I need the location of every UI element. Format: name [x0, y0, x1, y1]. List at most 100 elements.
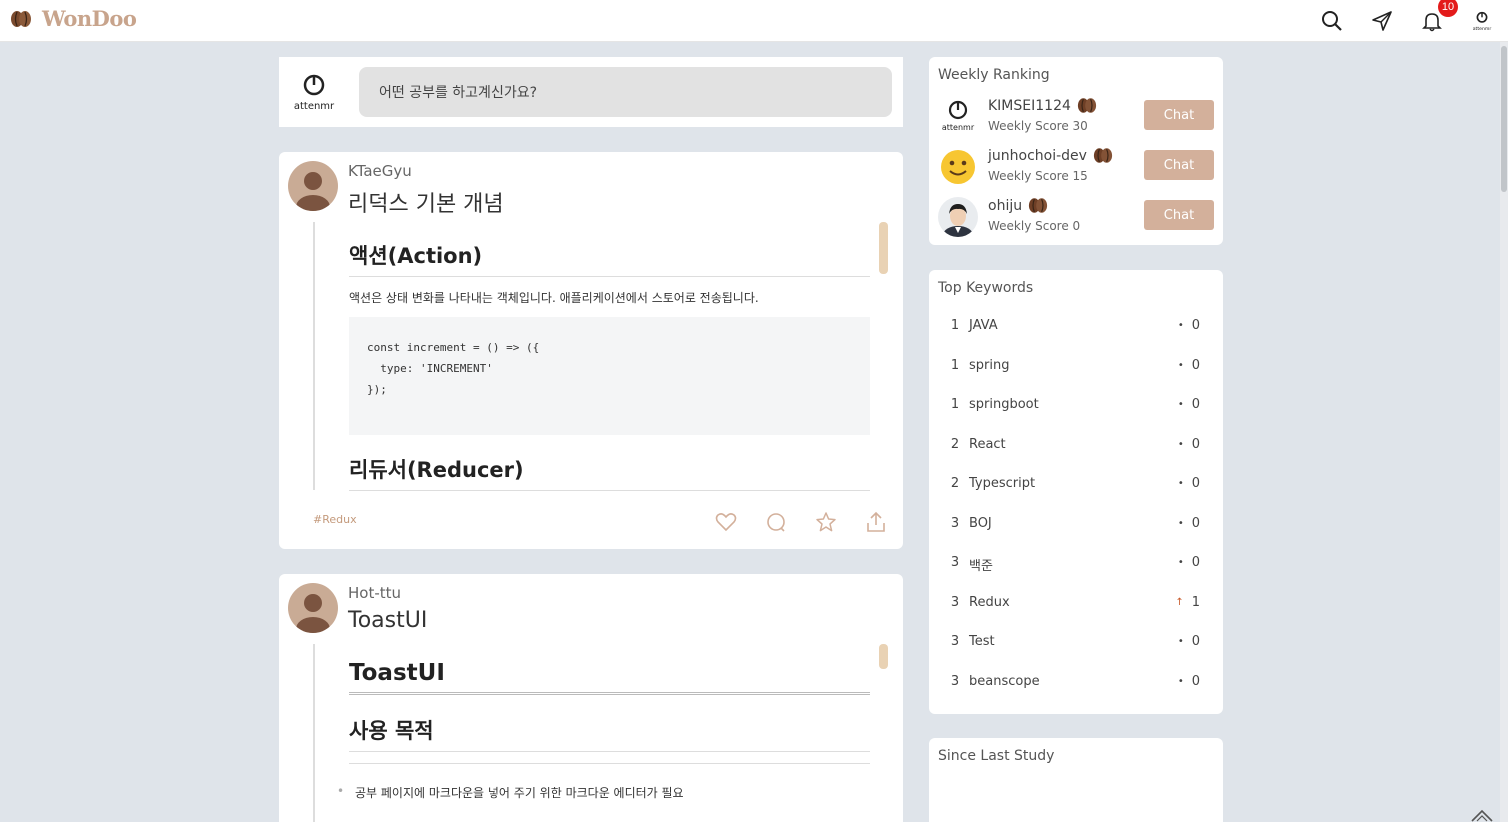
- arrow-up-icon: ↑: [1175, 596, 1184, 608]
- keyword-row[interactable]: 1 spring • 0: [948, 358, 1204, 378]
- user-avatar[interactable]: attenmr: [938, 97, 978, 137]
- keyword-change: 0: [1191, 357, 1200, 373]
- content-scroll-thumb[interactable]: [879, 644, 888, 669]
- keyword-row[interactable]: 3 Redux ↑ 1: [948, 595, 1204, 615]
- ranking-row: junhochoi-dev Weekly Score 15 Chat: [938, 147, 1214, 189]
- app-name: WonDoo: [42, 6, 137, 31]
- coffee-bean-icon: [1077, 98, 1096, 113]
- user-avatar[interactable]: [938, 147, 978, 187]
- content-scroll-thumb[interactable]: [879, 222, 888, 274]
- post-tag[interactable]: #Redux: [313, 513, 357, 526]
- keyword-row[interactable]: 3 백준 • 0: [948, 555, 1204, 575]
- post-card[interactable]: KTaeGyu 리덕스 기본 개념 액션(Action) 액션은 상태 변화를 …: [279, 152, 903, 549]
- post-card[interactable]: Hot-ttu ToastUI ToastUI 사용 목적 공부 페이지에 마크…: [279, 574, 903, 822]
- dot-icon: •: [1177, 517, 1184, 529]
- coffee-bean-icon: [1093, 148, 1113, 163]
- keyword-row[interactable]: 1 springboot • 0: [948, 397, 1204, 417]
- keyword-text[interactable]: beanscope: [969, 674, 1040, 689]
- post-title[interactable]: ToastUI: [348, 608, 427, 633]
- author-avatar[interactable]: [288, 161, 338, 211]
- chat-button[interactable]: Chat: [1144, 150, 1214, 180]
- notification-badge: 10: [1438, 0, 1458, 17]
- ranking-row: attenmr KIMSEI1124 Weekly Score 30 Chat: [938, 97, 1214, 139]
- dot-icon: •: [1177, 478, 1184, 489]
- logo[interactable]: WonDoo: [10, 6, 137, 31]
- search-icon[interactable]: [1320, 9, 1344, 33]
- content-heading: 액션(Action): [349, 240, 870, 277]
- comment-icon[interactable]: [765, 511, 787, 533]
- dot-icon: •: [1177, 557, 1184, 568]
- keyword-text[interactable]: springboot: [969, 397, 1039, 412]
- post-author[interactable]: KTaeGyu: [348, 162, 412, 180]
- keyword-text[interactable]: React: [969, 437, 1006, 452]
- dot-icon: •: [1177, 359, 1184, 371]
- compose-box: attenmr 어떤 공부를 하고계신가요?: [279, 57, 903, 127]
- dot-icon: •: [1177, 320, 1184, 331]
- card-title: Top Keywords: [938, 280, 1034, 296]
- keyword-rank: 2: [950, 436, 960, 452]
- user-avatar[interactable]: [938, 197, 978, 237]
- send-icon[interactable]: [1370, 9, 1394, 33]
- keyword-rank: 3: [950, 594, 960, 610]
- profile-icon[interactable]: attenmr: [1470, 9, 1494, 33]
- dot-icon: •: [1177, 438, 1184, 450]
- keyword-row[interactable]: 3 BOJ • 0: [948, 516, 1204, 536]
- card-title: Since Last Study: [938, 748, 1055, 764]
- keyword-text[interactable]: JAVA: [969, 318, 998, 333]
- keyword-row[interactable]: 2 React • 0: [948, 437, 1204, 457]
- compose-input[interactable]: 어떤 공부를 하고계신가요?: [359, 67, 892, 117]
- card-title: Weekly Ranking: [938, 67, 1050, 83]
- keyword-row[interactable]: 3 Test • 0: [948, 634, 1204, 654]
- author-avatar[interactable]: [288, 583, 338, 633]
- top-keywords-card: Top Keywords 1 JAVA • 0 1 spring • 0 1 springboot…: [929, 270, 1223, 714]
- star-icon[interactable]: [815, 511, 837, 533]
- heart-icon[interactable]: [715, 511, 737, 533]
- ranking-username[interactable]: KIMSEI1124: [988, 98, 1071, 114]
- dot-icon: •: [1177, 675, 1184, 687]
- scroll-to-top-icon[interactable]: [1470, 806, 1494, 822]
- keyword-rank: 1: [950, 318, 960, 333]
- ranking-row: ohiju Weekly Score 0 Chat: [938, 197, 1214, 239]
- bell-icon[interactable]: 10: [1420, 0, 1458, 33]
- chat-button[interactable]: Chat: [1144, 200, 1214, 230]
- page-scrollbar[interactable]: [1500, 42, 1508, 822]
- keyword-rank: 3: [950, 673, 960, 689]
- keyword-change: 0: [1191, 555, 1200, 570]
- chat-button[interactable]: Chat: [1144, 100, 1214, 130]
- keyword-text[interactable]: Redux: [969, 595, 1010, 610]
- keyword-change: 0: [1191, 436, 1200, 452]
- keyword-text[interactable]: 백준: [969, 555, 993, 574]
- share-icon[interactable]: [865, 511, 887, 533]
- ranking-username[interactable]: junhochoi-dev: [988, 148, 1087, 164]
- list-item: 공부 페이지에 마크다운을 넣어 주기 위한 마크다운 에디터가 필요: [337, 784, 684, 801]
- keyword-change: 0: [1191, 515, 1200, 531]
- ranking-score: Weekly Score 0: [988, 219, 1081, 233]
- top-navigation-bar: WonDoo 10 attenmr: [0, 0, 1508, 42]
- keyword-rank: 1: [950, 357, 960, 373]
- keyword-text[interactable]: spring: [969, 358, 1009, 373]
- keyword-change: 0: [1191, 476, 1200, 491]
- dot-icon: •: [1177, 636, 1184, 647]
- post-title[interactable]: 리덕스 기본 개념: [348, 186, 504, 218]
- ranking-score: Weekly Score 30: [988, 119, 1088, 133]
- keyword-text[interactable]: Typescript: [969, 476, 1035, 491]
- keyword-rank: 3: [950, 555, 960, 570]
- keyword-row[interactable]: 1 JAVA • 0: [948, 318, 1204, 338]
- ranking-username[interactable]: ohiju: [988, 198, 1022, 214]
- keyword-text[interactable]: BOJ: [969, 516, 992, 531]
- keyword-row[interactable]: 3 beanscope • 0: [948, 674, 1204, 694]
- keyword-text[interactable]: Test: [969, 634, 995, 649]
- user-avatar: attenmr: [294, 74, 335, 112]
- svg-text:attenmr: attenmr: [1473, 26, 1492, 32]
- svg-text:attenmr: attenmr: [294, 101, 335, 112]
- keyword-change: 0: [1191, 673, 1200, 689]
- keyword-change: 1: [1191, 594, 1200, 610]
- post-author[interactable]: Hot-ttu: [348, 584, 401, 602]
- keyword-row[interactable]: 2 Typescript • 0: [948, 476, 1204, 496]
- keyword-rank: 3: [950, 634, 960, 649]
- svg-text:attenmr: attenmr: [942, 123, 975, 132]
- dot-icon: •: [1177, 399, 1184, 410]
- keyword-change: 0: [1191, 318, 1200, 333]
- weekly-ranking-card: Weekly Ranking attenmr KIMSEI1124 Weekly…: [929, 57, 1223, 245]
- since-last-study-card: Since Last Study: [929, 738, 1223, 822]
